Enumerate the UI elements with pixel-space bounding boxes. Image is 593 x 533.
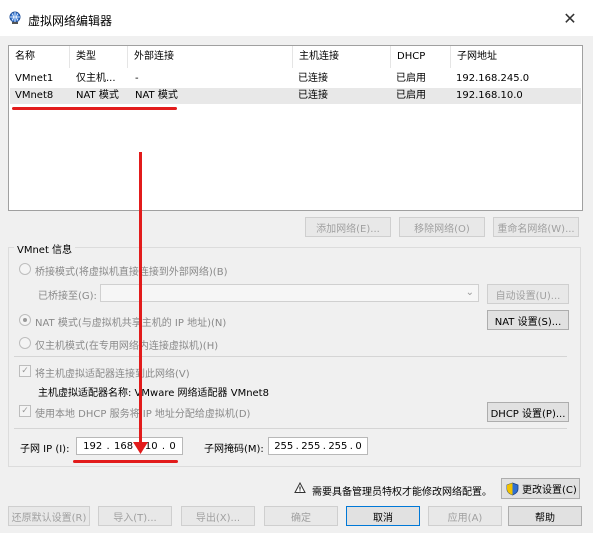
row-cell-external: -: [135, 73, 139, 84]
column-header-dhcp[interactable]: DHCP: [391, 46, 451, 68]
row-cell-dhcp: 已启用: [396, 90, 426, 101]
annotation-arrow-line: [139, 152, 142, 447]
annotation-arrowhead: [133, 442, 148, 454]
mask-octet: 255: [301, 440, 321, 452]
subnet-ip-label: 子网 IP (I):: [20, 444, 70, 455]
column-header-external[interactable]: 外部连接: [128, 46, 293, 68]
mask-octet: 255: [328, 440, 348, 452]
vmnet-info-group: [8, 247, 581, 467]
ip-octet: 0: [169, 440, 176, 452]
row-cell-name: VMnet8: [15, 90, 54, 101]
close-icon: ✕: [563, 8, 577, 28]
help-button[interactable]: 帮助: [508, 506, 582, 526]
annotation-underline-subnet-ip: [73, 460, 178, 463]
chevron-down-icon: ⌄: [465, 287, 474, 298]
column-header-type[interactable]: 类型: [70, 46, 128, 68]
host-only-radio[interactable]: [19, 337, 31, 349]
subnet-ip-input[interactable]: 192. 168. 10. 0: [76, 437, 183, 455]
dhcp-settings-button[interactable]: DHCP 设置(P)...: [487, 402, 569, 422]
connect-adapter-checkbox[interactable]: ✓: [19, 365, 31, 377]
rename-network-button[interactable]: 重命名网络(W)...: [493, 217, 579, 237]
radio-dot: [23, 318, 27, 322]
row-cell-subnet: 192.168.10.0: [456, 90, 523, 101]
restore-defaults-button[interactable]: 还原默认设置(R): [8, 506, 90, 526]
ip-dot: .: [161, 440, 166, 452]
uac-shield-icon: [506, 482, 519, 495]
ip-dot: .: [295, 440, 299, 452]
ip-octet: 192: [83, 440, 103, 452]
row-cell-type: 仅主机...: [76, 73, 116, 84]
network-table[interactable]: 名称 类型 外部连接 主机连接 DHCP 子网地址 VMnet1 仅主机... …: [8, 45, 583, 211]
subnet-mask-input[interactable]: 255. 255. 255. 0: [268, 437, 368, 455]
window-title: 虚拟网络编辑器: [28, 14, 113, 28]
admin-notice: 需要具备管理员特权才能修改网络配置。: [312, 487, 492, 498]
nat-mode-label: NAT 模式(与虚拟机共享主机的 IP 地址)(N): [35, 318, 227, 329]
ip-dot: .: [349, 440, 353, 452]
auto-settings-button[interactable]: 自动设置(U)...: [487, 284, 569, 304]
row-cell-name: VMnet1: [15, 73, 54, 84]
subnet-mask-label: 子网掩码(M):: [204, 444, 264, 455]
dhcp-label: 使用本地 DHCP 服务将 IP 地址分配给虚拟机(D): [35, 409, 251, 420]
globe-network-icon: [9, 11, 21, 24]
change-settings-button[interactable]: 更改设置(C): [501, 478, 580, 499]
dhcp-checkbox[interactable]: ✓: [19, 405, 31, 417]
connect-adapter-label: 将主机虚拟适配器连接到此网络(V): [35, 369, 190, 380]
column-header-host[interactable]: 主机连接: [293, 46, 391, 68]
separator: [14, 356, 567, 357]
bridged-to-label: 已桥接至(G):: [38, 291, 97, 302]
export-button[interactable]: 导出(X)...: [181, 506, 255, 526]
vmnet-info-title: VMnet 信息: [14, 241, 76, 256]
ip-dot: .: [106, 440, 110, 452]
row-cell-host: 已连接: [298, 90, 328, 101]
host-only-label: 仅主机模式(在专用网络内连接虚拟机)(H): [35, 341, 219, 352]
title-bar: 虚拟网络编辑器 ✕: [0, 0, 593, 36]
nat-settings-button[interactable]: NAT 设置(S)...: [487, 310, 569, 330]
separator: [14, 428, 567, 429]
import-button[interactable]: 导入(T)...: [98, 506, 172, 526]
row-cell-external: NAT 模式: [135, 90, 178, 101]
ip-dot: .: [322, 440, 326, 452]
ok-button[interactable]: 确定: [264, 506, 338, 526]
row-cell-dhcp: 已启用: [396, 73, 426, 84]
ip-octet: 168: [114, 440, 134, 452]
bridge-mode-label: 桥接模式(将虚拟机直接连接到外部网络)(B): [35, 267, 228, 278]
remove-network-button[interactable]: 移除网络(O): [399, 217, 485, 237]
annotation-underline-vmnet8: [12, 107, 177, 110]
mask-octet: 255: [274, 440, 294, 452]
bridge-mode-radio[interactable]: [19, 263, 31, 275]
row-cell-subnet: 192.168.245.0: [456, 73, 530, 84]
row-cell-host: 已连接: [298, 73, 328, 84]
mask-octet: 0: [355, 440, 362, 452]
bridged-to-select[interactable]: ⌄: [100, 284, 479, 302]
cancel-button[interactable]: 取消: [346, 506, 420, 526]
apply-button[interactable]: 应用(A): [428, 506, 502, 526]
column-header-subnet[interactable]: 子网地址: [451, 46, 581, 68]
table-row-selected[interactable]: VMnet8 NAT 模式 NAT 模式 已连接 已启用 192.168.10.…: [10, 88, 581, 104]
table-row[interactable]: VMnet1 仅主机... - 已连接 已启用 192.168.245.0: [10, 71, 581, 87]
warning-icon: [294, 482, 306, 493]
adapter-name-label: 主机虚拟适配器名称: VMware 网络适配器 VMnet8: [38, 388, 269, 399]
column-header-name[interactable]: 名称: [9, 46, 70, 68]
row-cell-type: NAT 模式: [76, 90, 119, 101]
change-settings-label: 更改设置(C): [522, 485, 577, 496]
add-network-button[interactable]: 添加网络(E)...: [305, 217, 391, 237]
close-button[interactable]: ✕: [547, 0, 593, 36]
nat-mode-radio[interactable]: [19, 314, 31, 326]
